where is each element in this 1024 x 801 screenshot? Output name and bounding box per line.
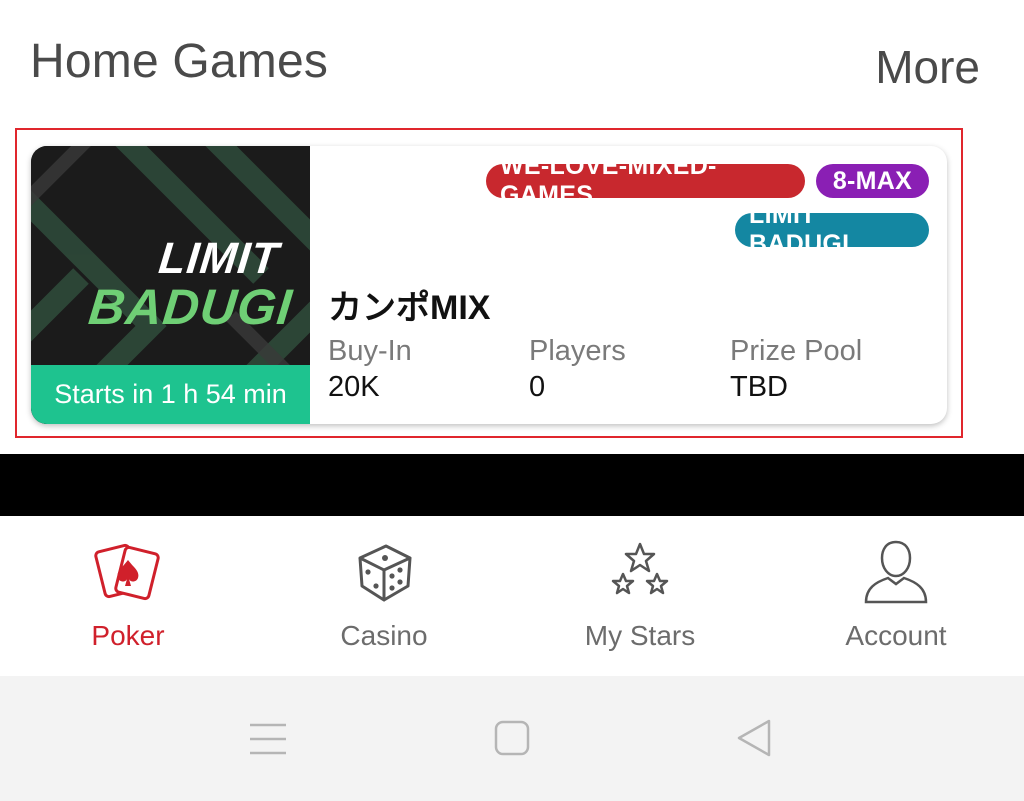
nav-item-my-stars[interactable]: My Stars xyxy=(512,516,768,676)
more-link[interactable]: More xyxy=(875,40,980,94)
players-label: Players xyxy=(529,335,626,367)
tag-8-max: 8-MAX xyxy=(816,164,929,198)
nav-item-poker[interactable]: Poker xyxy=(0,516,256,676)
starts-in-bar: Starts in 1 h 54 min xyxy=(31,365,310,424)
tag-limit-badugi: LIMIT BADUGI xyxy=(735,201,929,258)
thumbnail-title-line1: LIMIT xyxy=(156,234,282,283)
tag-we-love-mixed-games: WE-LOVE-MIXED-GAMES xyxy=(486,152,805,209)
section-header: Home Games More xyxy=(0,0,1024,120)
buy-in-value: 20K xyxy=(328,371,380,403)
players-value: 0 xyxy=(529,371,546,403)
system-nav-bar xyxy=(0,676,1024,801)
prize-pool-label: Prize Pool xyxy=(730,335,863,367)
nav-label-my-stars: My Stars xyxy=(584,620,696,651)
nav-label-poker: Poker xyxy=(91,620,165,651)
nav-label-casino: Casino xyxy=(340,620,428,651)
page: Home Games More LIMIT BADUGI Starts in 1… xyxy=(0,0,1024,801)
game-thumbnail: LIMIT BADUGI Starts in 1 h 54 min xyxy=(31,146,310,424)
nav-item-casino[interactable]: Casino xyxy=(256,516,512,676)
thumbnail-title-line2: BADUGI xyxy=(86,279,296,335)
dice-icon xyxy=(358,544,412,602)
game-card[interactable]: LIMIT BADUGI Starts in 1 h 54 min WE-LOV… xyxy=(31,146,947,424)
stars-icon xyxy=(611,542,669,595)
nav-label-account: Account xyxy=(845,620,947,651)
section-title: Home Games xyxy=(30,35,329,88)
back-triangle-icon[interactable] xyxy=(736,718,772,758)
user-icon xyxy=(864,540,928,604)
bottom-nav: Poker Casino My Stars Account xyxy=(0,516,1024,676)
menu-icon[interactable] xyxy=(250,722,286,756)
nav-item-account[interactable]: Account xyxy=(768,516,1024,676)
buy-in-label: Buy-In xyxy=(328,335,412,367)
prize-pool-value: TBD xyxy=(730,371,788,403)
game-name: カンポMIX xyxy=(328,289,491,327)
poker-cards-icon xyxy=(94,543,160,601)
home-square-icon[interactable] xyxy=(494,720,530,756)
black-band xyxy=(0,454,1024,516)
